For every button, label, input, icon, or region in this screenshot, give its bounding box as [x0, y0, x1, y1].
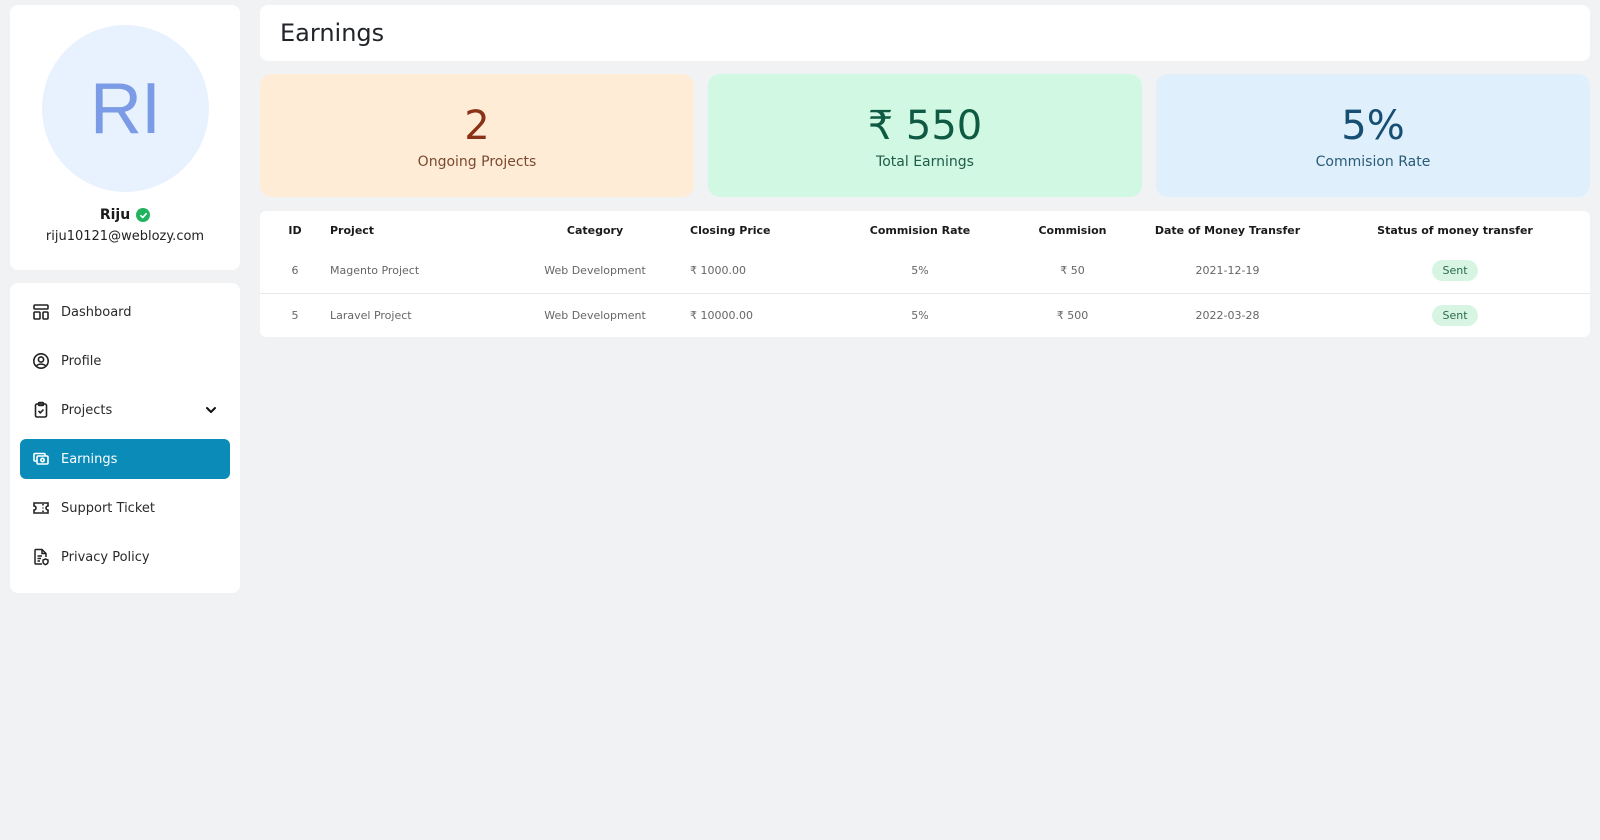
cell-status: Sent	[1320, 249, 1590, 294]
sidebar-item-label: Support Ticket	[61, 500, 155, 516]
stats-row: 2 Ongoing Projects ₹ 550 Total Earnings …	[260, 74, 1590, 197]
table-row: 5 Laravel Project Web Development ₹ 1000…	[260, 293, 1590, 337]
user-name-row: Riju	[99, 207, 151, 223]
cell-commision-rate: 5%	[911, 308, 929, 322]
user-circle-icon	[32, 352, 50, 370]
cell-date: 2022-03-28	[1195, 308, 1260, 322]
earnings-table-card: ID Project Category Closing Price Commis…	[260, 211, 1590, 337]
stat-value: 2	[464, 102, 490, 149]
stat-card-commision-rate: 5% Commision Rate	[1156, 74, 1590, 197]
ticket-icon	[32, 499, 50, 517]
cell-date: 2021-12-19	[1135, 249, 1320, 294]
cell-project: Magento Project	[330, 249, 500, 294]
column-header-id: ID	[288, 223, 302, 237]
chevron-down-icon[interactable]	[204, 403, 218, 417]
sidebar-item-privacy-policy[interactable]: Privacy Policy	[20, 537, 230, 577]
cell-project: Laravel Project	[330, 308, 412, 322]
clipboard-check-icon	[32, 401, 50, 419]
cell-commision-rate: 5%	[830, 249, 1010, 294]
sidebar-item-label: Privacy Policy	[61, 549, 150, 565]
stat-label: Total Earnings	[876, 153, 974, 170]
dashboard-icon	[32, 303, 50, 321]
status-badge: Sent	[1432, 304, 1478, 326]
column-header-closing-price: Closing Price	[690, 223, 771, 237]
page-header: Earnings	[260, 5, 1590, 61]
cell-status: Sent	[1320, 293, 1590, 337]
cell-commision: ₹ 50	[1010, 249, 1135, 294]
cell-commision: ₹ 500	[1056, 308, 1089, 322]
stat-value: ₹ 550	[867, 102, 983, 149]
sidebar-item-projects[interactable]: Projects	[20, 390, 230, 430]
sidebar: RI Riju riju10121@weblozy.com Dashboard …	[10, 5, 240, 593]
cash-icon	[32, 450, 50, 468]
main-content: Earnings 2 Ongoing Projects ₹ 550 Total …	[260, 5, 1590, 337]
cell-closing-price: ₹ 1000.00	[690, 249, 830, 294]
avatar: RI	[41, 25, 209, 192]
column-header-commision: Commision	[1038, 223, 1107, 237]
cell-id: 5	[291, 308, 299, 322]
table-header-row: ID Project Category Closing Price Commis…	[260, 211, 1590, 249]
profile-card: RI Riju riju10121@weblozy.com	[10, 5, 240, 270]
earnings-table: ID Project Category Closing Price Commis…	[260, 211, 1590, 337]
status-badge: Sent	[1432, 260, 1478, 282]
column-header-date: Date of Money Transfer	[1154, 223, 1301, 237]
stat-card-total-earnings: ₹ 550 Total Earnings	[708, 74, 1142, 197]
cell-closing-price: ₹ 10000.00	[690, 308, 753, 322]
user-email: riju10121@weblozy.com	[45, 229, 205, 244]
sidebar-item-label: Earnings	[61, 451, 118, 467]
sidebar-nav: Dashboard Profile Projects Earnings Supp…	[10, 283, 240, 593]
sidebar-item-label: Projects	[61, 402, 113, 418]
sidebar-item-label: Profile	[61, 353, 102, 369]
column-header-status: Status of money transfer	[1377, 223, 1533, 237]
stat-value: 5%	[1341, 102, 1405, 149]
stat-label: Commision Rate	[1315, 153, 1431, 170]
page-title: Earnings	[280, 19, 385, 47]
sidebar-item-label: Dashboard	[61, 304, 132, 320]
sidebar-item-profile[interactable]: Profile	[20, 341, 230, 381]
cell-category: Web Development	[544, 308, 646, 322]
cell-id: 6	[260, 249, 330, 294]
table-row: 6 Magento Project Web Development ₹ 1000…	[260, 249, 1590, 294]
stat-card-ongoing-projects: 2 Ongoing Projects	[260, 74, 694, 197]
file-shield-icon	[32, 548, 50, 566]
sidebar-item-dashboard[interactable]: Dashboard	[20, 292, 230, 332]
column-header-commision-rate: Commision Rate	[869, 223, 971, 237]
user-name: Riju	[99, 207, 131, 223]
column-header-category: Category	[566, 223, 624, 237]
cell-category: Web Development	[500, 249, 690, 294]
verified-check-icon	[136, 208, 151, 222]
stat-label: Ongoing Projects	[417, 153, 537, 170]
sidebar-item-earnings[interactable]: Earnings	[20, 439, 230, 479]
column-header-project: Project	[330, 223, 375, 237]
sidebar-item-support-ticket[interactable]: Support Ticket	[20, 488, 230, 528]
